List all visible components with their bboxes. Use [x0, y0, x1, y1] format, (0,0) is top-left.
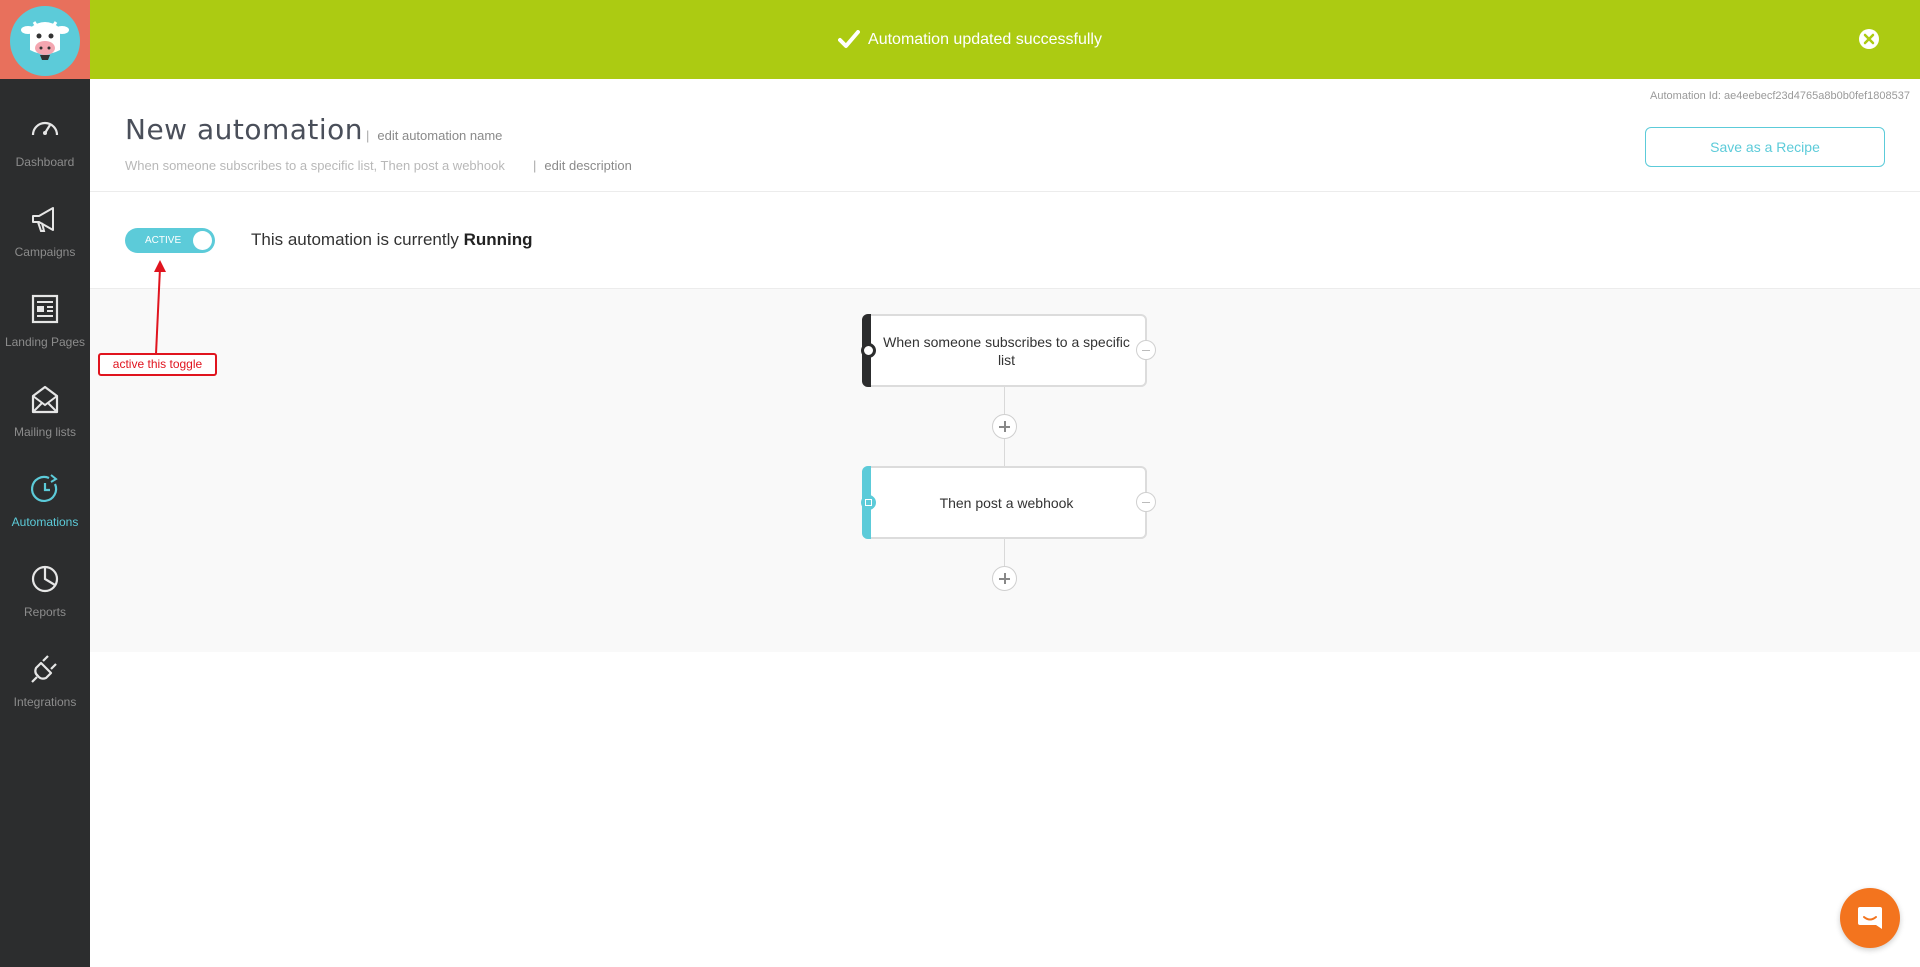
- action-node-icon: [861, 495, 876, 510]
- sidebar-item-label: Campaigns: [14, 245, 76, 259]
- add-step-button[interactable]: [992, 566, 1017, 591]
- edit-name-link[interactable]: | edit automation name: [366, 128, 502, 143]
- sidebar: Dashboard Campaigns Landing Pages Mailin…: [0, 0, 90, 967]
- edit-description-link[interactable]: | edit description: [533, 158, 632, 173]
- checkmark-icon: [838, 29, 861, 48]
- automation-id: Automation Id: ae4eebecf23d4765a8b0b0fef…: [1650, 90, 1910, 102]
- step-label: When someone subscribes to a specific li…: [883, 333, 1130, 368]
- sidebar-item-dashboard[interactable]: Dashboard: [0, 105, 90, 195]
- success-message-text: Automation updated successfully: [868, 30, 1102, 48]
- pie-chart-icon: [31, 565, 59, 593]
- automation-clock-icon: [31, 474, 58, 502]
- workflow-step-trigger[interactable]: When someone subscribes to a specific li…: [861, 314, 1147, 387]
- sidebar-item-label: Automations: [11, 515, 79, 529]
- logo[interactable]: [0, 0, 90, 79]
- edit-description-text: edit description: [544, 158, 632, 173]
- sidebar-item-automations[interactable]: Automations: [0, 465, 90, 555]
- annotation-callout: active this toggle: [98, 353, 217, 376]
- close-icon[interactable]: [1858, 28, 1880, 50]
- megaphone-icon: [32, 207, 54, 232]
- sidebar-item-label: Landing Pages: [4, 335, 86, 349]
- annotation-arrow-icon: [154, 260, 166, 355]
- automation-status: This automation is currently Running: [251, 230, 533, 250]
- toggle-knob: [193, 231, 212, 250]
- workflow-step-action[interactable]: Then post a webhook: [861, 466, 1147, 539]
- mailing-list-icon: [31, 385, 59, 414]
- status-state: Running: [463, 230, 533, 249]
- remove-step-button[interactable]: [1136, 492, 1156, 512]
- page-title: New automation: [125, 113, 364, 146]
- add-step-button[interactable]: [992, 414, 1017, 439]
- automation-description: When someone subscribes to a specific li…: [125, 158, 505, 173]
- cow-logo-icon: [10, 6, 80, 76]
- toggle-label: ACTIVE: [145, 235, 182, 246]
- speedometer-icon: [31, 121, 59, 136]
- landing-page-icon: [31, 294, 59, 324]
- success-message: Automation updated successfully: [90, 0, 1850, 79]
- chat-icon: [1858, 907, 1882, 929]
- sidebar-item-reports[interactable]: Reports: [0, 555, 90, 645]
- save-as-recipe-button[interactable]: Save as a Recipe: [1645, 127, 1885, 167]
- remove-step-button[interactable]: [1136, 340, 1156, 360]
- divider: [90, 191, 1920, 192]
- sidebar-item-landing-pages[interactable]: Landing Pages: [0, 285, 90, 375]
- success-notification: Automation updated successfully: [90, 0, 1920, 79]
- sidebar-item-label: Dashboard: [15, 155, 75, 169]
- separator: |: [366, 128, 370, 143]
- active-toggle[interactable]: ACTIVE: [125, 228, 215, 253]
- sidebar-item-label: Reports: [23, 605, 67, 619]
- trigger-node-icon: [861, 343, 876, 358]
- separator: |: [533, 158, 537, 173]
- step-label: Then post a webhook: [939, 494, 1074, 511]
- sidebar-item-integrations[interactable]: Integrations: [0, 645, 90, 735]
- chat-launcher-button[interactable]: [1840, 888, 1900, 948]
- status-prefix: This automation is currently: [251, 230, 459, 249]
- edit-name-text: edit automation name: [377, 128, 503, 143]
- sidebar-item-campaigns[interactable]: Campaigns: [0, 195, 90, 285]
- sidebar-item-label: Mailing lists: [13, 425, 76, 439]
- plug-icon: [31, 655, 57, 683]
- sidebar-item-label: Integrations: [13, 695, 77, 709]
- sidebar-item-mailing-lists[interactable]: Mailing lists: [0, 375, 90, 465]
